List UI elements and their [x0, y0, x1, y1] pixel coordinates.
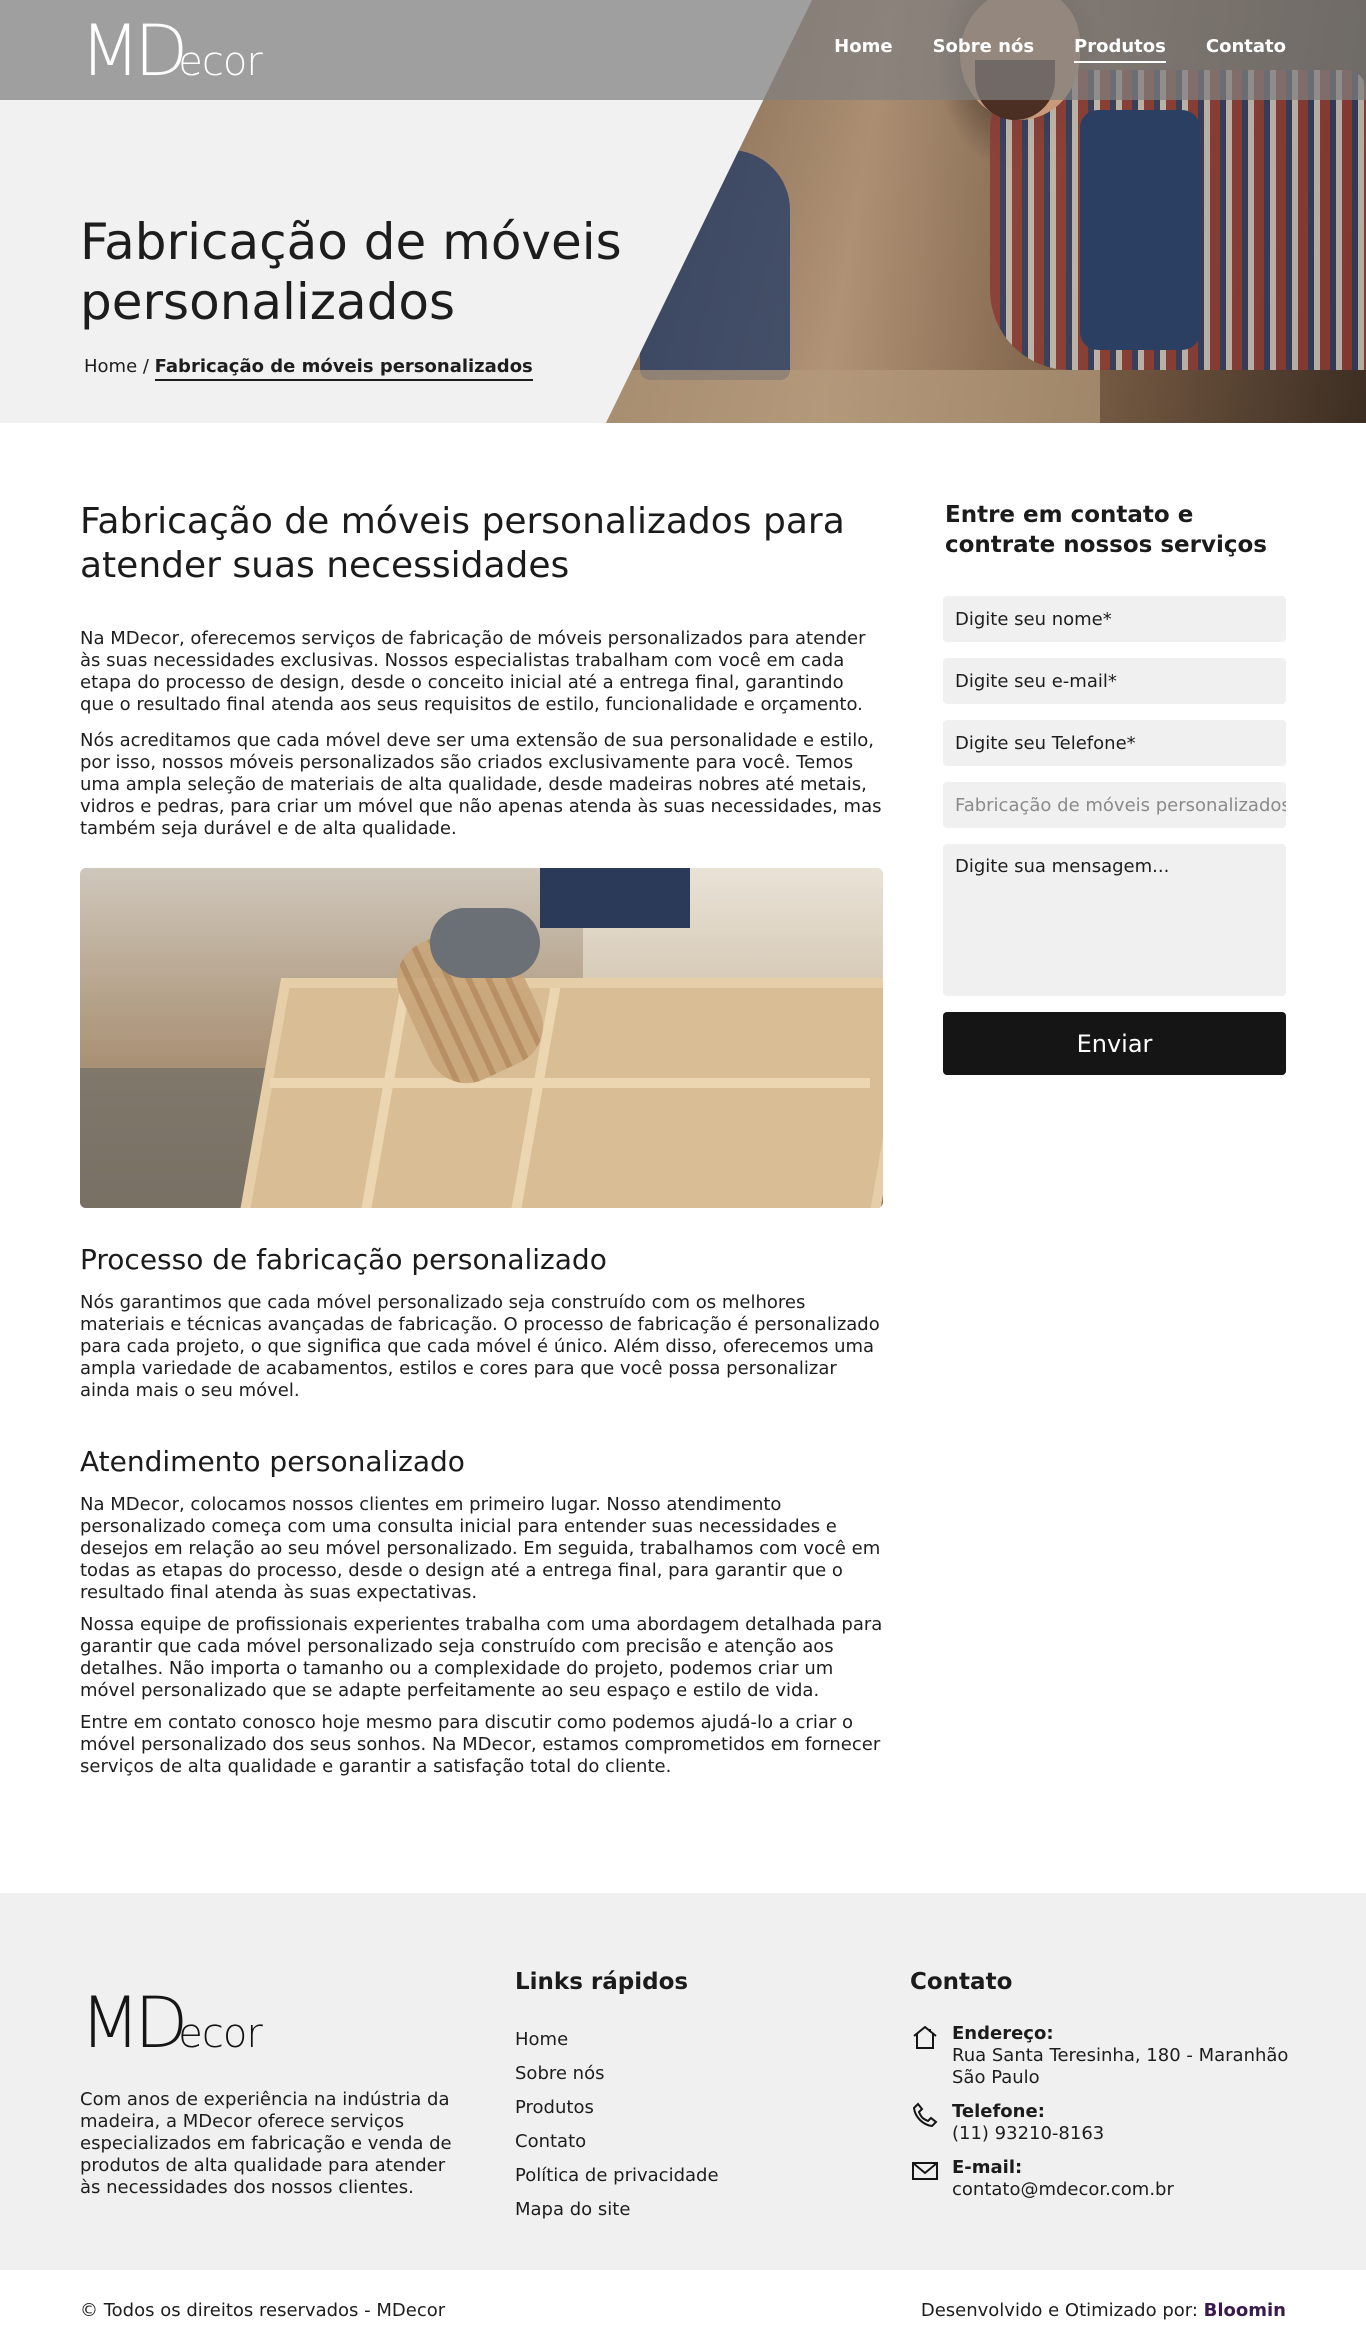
- hero-banner: MDecor Home Sobre nós Produtos Contato F…: [0, 0, 1366, 423]
- phone-icon: [910, 2101, 940, 2131]
- workshop-photo: [80, 868, 883, 1208]
- photo-worker-sleeve: [540, 868, 690, 928]
- service-paragraph-1: Na MDecor, colocamos nossos clientes em …: [80, 1494, 881, 1603]
- logo-initials: MD: [80, 10, 188, 92]
- contact-phone: Telefone: (11) 93210-8163: [910, 2101, 1290, 2145]
- email-value[interactable]: contato@mdecor.com.br: [952, 2179, 1174, 2201]
- copyright-text: © Todos os direitos reservados - MDecor: [80, 2300, 446, 2321]
- contact-address: Endereço: Rua Santa Teresinha, 180 - Mar…: [910, 2023, 1290, 2089]
- site-logo[interactable]: MDecor: [80, 16, 263, 86]
- site-footer: MDecor Com anos de experiência na indúst…: [0, 1893, 1366, 2270]
- page-title: Fabricação de móveis personalizados: [80, 213, 622, 331]
- address-label: Endereço:: [952, 2023, 1054, 2044]
- email-input[interactable]: Digite seu e-mail*: [943, 658, 1286, 704]
- logo-suffix: ecor: [178, 39, 263, 85]
- contact-form-sidebar: Entre em contato e contrate nossos servi…: [943, 500, 1286, 1075]
- email-label: E-mail:: [952, 2157, 1023, 2178]
- main-nav: Home Sobre nós Produtos Contato: [834, 36, 1286, 63]
- phone-input[interactable]: Digite seu Telefone*: [943, 720, 1286, 766]
- submit-button[interactable]: Enviar: [943, 1012, 1286, 1075]
- photo-workbench: [606, 370, 1100, 423]
- service-paragraph-2: Nossa equipe de profissionais experiente…: [80, 1614, 883, 1701]
- main-content: Fabricação de móveis personalizados para…: [80, 500, 883, 1792]
- service-heading: Atendimento personalizado: [80, 1445, 465, 1478]
- footer-link-produtos[interactable]: Produtos: [515, 2091, 835, 2125]
- quick-links-heading: Links rápidos: [515, 1969, 689, 1995]
- intro-paragraph-2: Nós acreditamos que cada móvel deve ser …: [80, 730, 882, 839]
- process-heading: Processo de fabricação personalizado: [80, 1243, 607, 1276]
- phone-value[interactable]: (11) 93210-8163: [952, 2123, 1104, 2145]
- form-heading: Entre em contato e contrate nossos servi…: [945, 502, 1267, 558]
- breadcrumb-current: Fabricação de móveis personalizados: [154, 356, 533, 381]
- breadcrumb-separator: /: [137, 356, 155, 377]
- top-navigation-bar: MDecor Home Sobre nós Produtos Contato: [0, 0, 1366, 100]
- nav-produtos[interactable]: Produtos: [1074, 36, 1166, 63]
- breadcrumb: Home / Fabricação de móveis personalizad…: [84, 356, 533, 381]
- home-icon: [910, 2023, 940, 2053]
- nav-contato[interactable]: Contato: [1206, 36, 1286, 63]
- intro-paragraph-1: Na MDecor, oferecemos serviços de fabric…: [80, 628, 866, 715]
- service-input[interactable]: Fabricação de móveis personalizados: [943, 782, 1286, 828]
- footer-link-sobre-nos[interactable]: Sobre nós: [515, 2057, 835, 2091]
- photo-gloved-hand: [430, 908, 540, 978]
- developer-credit-prefix: Desenvolvido e Otimizado por:: [920, 2300, 1204, 2321]
- nav-sobre-nos[interactable]: Sobre nós: [933, 36, 1034, 63]
- photo-drawer-divider: [270, 1078, 870, 1088]
- copyright-bar: © Todos os direitos reservados - MDecor …: [0, 2270, 1366, 2351]
- mail-icon: [910, 2157, 940, 2187]
- footer-link-mapa-do-site[interactable]: Mapa do site: [515, 2193, 835, 2227]
- photo-apron: [1080, 110, 1200, 350]
- photo-wooden-drawer: [238, 978, 883, 1208]
- footer-link-home[interactable]: Home: [515, 2023, 835, 2057]
- content-heading: Fabricação de móveis personalizados para…: [80, 501, 845, 586]
- footer-link-contato[interactable]: Contato: [515, 2125, 835, 2159]
- footer-contact: Contato Endereço: Rua Santa Teresinha, 1…: [910, 1969, 1290, 2213]
- breadcrumb-home[interactable]: Home: [84, 356, 137, 377]
- footer-link-privacidade[interactable]: Política de privacidade: [515, 2159, 835, 2193]
- address-value: Rua Santa Teresinha, 180 - Maranhão São …: [952, 2045, 1289, 2088]
- message-textarea[interactable]: Digite sua mensagem...: [943, 844, 1286, 996]
- developer-link[interactable]: Bloomin: [1204, 2300, 1286, 2321]
- nav-home[interactable]: Home: [834, 36, 892, 63]
- name-input[interactable]: Digite seu nome*: [943, 596, 1286, 642]
- footer-logo-suffix: ecor: [178, 2011, 263, 2057]
- footer-logo-initials: MD: [80, 1982, 188, 2064]
- phone-label: Telefone:: [952, 2101, 1045, 2122]
- service-paragraph-3: Entre em contato conosco hoje mesmo para…: [80, 1712, 881, 1777]
- developer-credit: Desenvolvido e Otimizado por: Bloomin: [921, 2300, 1286, 2321]
- contact-email: E-mail: contato@mdecor.com.br: [910, 2157, 1290, 2201]
- footer-about: Com anos de experiência na indústria da …: [80, 2089, 452, 2198]
- process-paragraph: Nós garantimos que cada móvel personaliz…: [80, 1292, 880, 1401]
- footer-logo[interactable]: MDecor: [80, 1988, 263, 2058]
- contact-heading: Contato: [910, 1969, 1013, 1995]
- footer-quick-links: Links rápidos Home Sobre nós Produtos Co…: [515, 1969, 835, 2227]
- quick-links-list: Home Sobre nós Produtos Contato Política…: [515, 2023, 835, 2227]
